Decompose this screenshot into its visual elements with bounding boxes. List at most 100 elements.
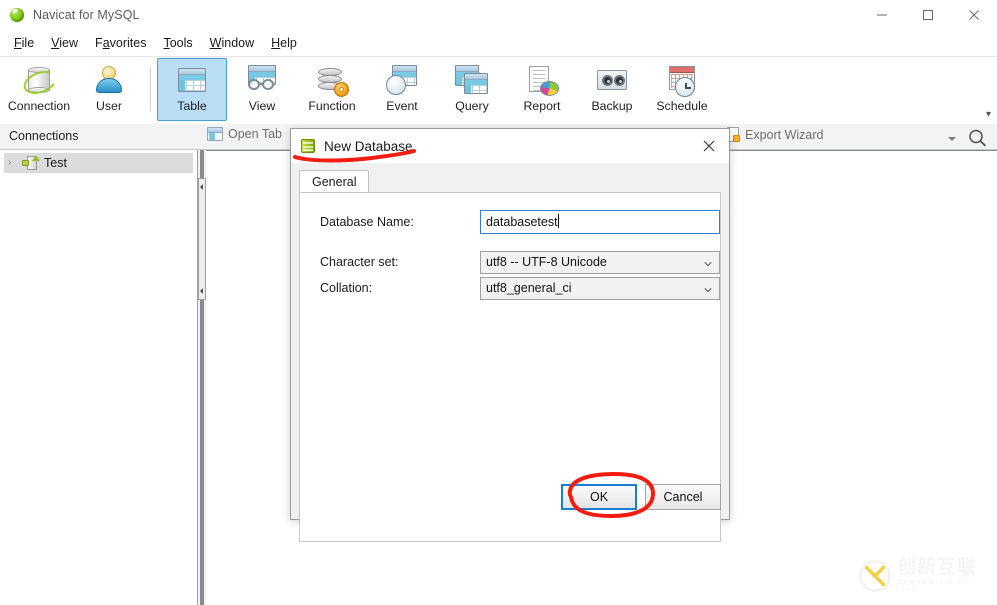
database-name-label: Database Name: — [320, 215, 414, 229]
dialog-title-bar: New Database — [291, 129, 729, 163]
dialog-footer: OK Cancel — [291, 475, 729, 519]
minimize-button[interactable] — [859, 0, 905, 30]
toolbar-label-table: Table — [177, 99, 207, 113]
splitter-arrow-down-icon — [200, 288, 203, 294]
toolbar-button-event[interactable]: Event — [367, 58, 437, 121]
tab-general[interactable]: General — [299, 170, 370, 193]
connection-icon — [20, 63, 60, 99]
dialog-close-button[interactable] — [689, 129, 729, 163]
sidebar-item-label-test: Test — [44, 156, 67, 170]
menu-label-window-rest: indow — [221, 36, 255, 50]
query-icon — [455, 63, 489, 97]
main-toolbar: Connection User Table View Function Even… — [0, 57, 997, 125]
database-name-input[interactable]: databasetest — [480, 210, 720, 234]
ok-button[interactable]: OK — [561, 484, 637, 510]
ok-button-label: OK — [589, 490, 609, 504]
toolbar-button-report[interactable]: Report — [507, 58, 577, 121]
minimize-icon — [877, 14, 887, 16]
toolbar-label-function: Function — [308, 99, 356, 113]
dialog-body: General Database Name: databasetest Char… — [291, 163, 729, 542]
search-icon — [969, 129, 986, 147]
maximize-button[interactable] — [905, 0, 951, 30]
sidebar-item-test[interactable]: › Test — [4, 153, 193, 173]
close-icon — [969, 10, 979, 20]
database-icon — [300, 138, 316, 154]
toolbar-label-query: Query — [455, 99, 489, 113]
event-icon — [385, 63, 419, 97]
function-icon — [315, 63, 349, 97]
toolbar-separator — [150, 67, 151, 111]
menu-item-tools[interactable]: Tools — [155, 33, 200, 53]
database-name-value: databasetest — [486, 215, 558, 229]
search-button[interactable] — [967, 128, 989, 148]
watermark-logo-icon — [857, 558, 893, 594]
watermark-pinyin: CHUANG XIN HU LIAN — [897, 579, 971, 593]
watermark-text: 创新互联 CHUANG XIN HU LIAN — [897, 558, 989, 593]
toolbar-button-view[interactable]: View — [227, 58, 297, 121]
menu-item-help[interactable]: Help — [263, 33, 305, 53]
toolbar-label-event: Event — [386, 99, 418, 113]
field-row-character-set: Character set: utf8 -- UTF-8 Unicode — [300, 249, 720, 275]
toolbar-label-user: User — [96, 99, 122, 113]
splitter-arrow-up-icon — [200, 184, 203, 190]
title-bar: Navicat for MySQL — [0, 0, 997, 30]
table-icon — [175, 63, 209, 97]
new-database-dialog: New Database General Database Name: data… — [290, 128, 730, 542]
maximize-icon — [923, 10, 933, 20]
menu-label-tools-rest: ools — [169, 36, 193, 50]
text-caret — [557, 214, 559, 228]
backup-icon — [595, 63, 629, 97]
toolbar-button-query[interactable]: Query — [437, 58, 507, 121]
menu-label-file-rest: ile — [21, 36, 35, 50]
character-set-label: Character set: — [320, 255, 399, 269]
export-wizard-button[interactable]: Export Wizard — [727, 127, 824, 142]
toolbar-label-report: Report — [523, 99, 561, 113]
toolbar-label-backup: Backup — [591, 99, 633, 113]
toolbar-label-schedule: Schedule — [656, 99, 708, 113]
view-icon — [245, 63, 279, 97]
collation-label: Collation: — [320, 281, 373, 295]
cancel-button[interactable]: Cancel — [645, 484, 721, 510]
splitter-collapse-handle[interactable] — [198, 178, 206, 300]
window-title: Navicat for MySQL — [33, 8, 140, 22]
user-icon — [92, 63, 126, 97]
menu-label-view-rest: iew — [59, 36, 79, 50]
watermark-x-glyph — [865, 566, 885, 586]
export-wizard-label: Export Wizard — [745, 127, 824, 142]
menu-item-window[interactable]: Window — [202, 33, 262, 53]
chevron-right-icon[interactable]: › — [8, 158, 20, 168]
toolbar-button-connection[interactable]: Connection — [4, 58, 74, 121]
toolbar-label-view: View — [248, 99, 276, 113]
close-icon — [703, 140, 715, 152]
character-set-select[interactable]: utf8 -- UTF-8 Unicode — [480, 250, 720, 274]
open-tab-button[interactable]: Open Tab — [207, 127, 282, 141]
toolbar-button-function[interactable]: Function — [297, 58, 367, 121]
navicat-window: Navicat for MySQL File View Favorites To… — [0, 0, 997, 605]
report-icon — [525, 63, 559, 97]
toolbar-button-table[interactable]: Table — [157, 58, 227, 121]
chevron-down-icon — [704, 261, 712, 266]
menu-item-view[interactable]: View — [43, 33, 86, 53]
collation-select[interactable]: utf8_general_ci — [480, 276, 720, 300]
menu-item-file[interactable]: File — [6, 33, 42, 53]
dialog-title: New Database — [324, 138, 413, 154]
toolbar-button-user[interactable]: User — [74, 58, 144, 121]
toolbar-label-connection: Connection — [7, 99, 71, 113]
toolbar-button-backup[interactable]: Backup — [577, 58, 647, 121]
pane-splitter[interactable] — [198, 150, 206, 605]
watermark-chinese: 创新互联 — [897, 556, 978, 579]
menu-label-favorites-rest: vorites — [109, 36, 147, 50]
chevron-down-icon[interactable] — [948, 137, 956, 141]
toolbar-overflow-icon[interactable]: ▾ — [986, 109, 991, 120]
watermark: 创新互联 CHUANG XIN HU LIAN — [857, 555, 989, 597]
window-controls — [859, 0, 997, 30]
toolbar-button-schedule[interactable]: Schedule — [647, 58, 717, 121]
menu-item-favorites[interactable]: Favorites — [87, 33, 154, 53]
collation-value: utf8_general_ci — [486, 280, 572, 295]
cancel-button-label: Cancel — [663, 490, 703, 504]
navicat-logo-icon — [8, 6, 26, 24]
close-button[interactable] — [951, 0, 997, 30]
dialog-tabstrip: General — [299, 169, 370, 193]
chevron-down-icon — [704, 287, 712, 292]
schedule-icon — [665, 63, 699, 97]
